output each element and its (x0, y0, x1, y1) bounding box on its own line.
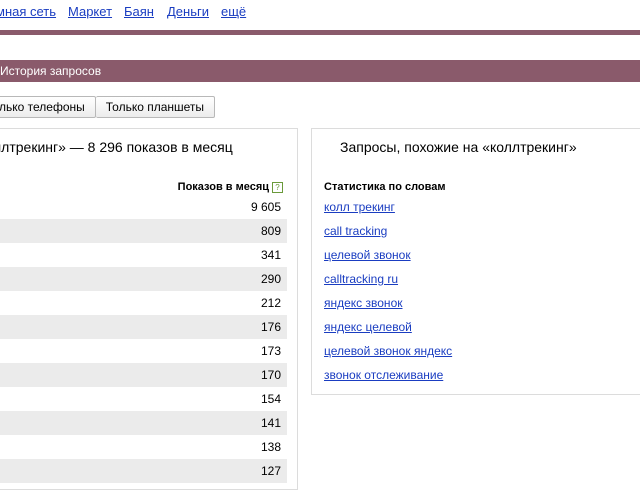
table-row: 154 (260, 392, 281, 406)
similar-query-link[interactable]: яндекс целевой (324, 315, 452, 339)
table-row: 173 (260, 344, 281, 358)
table-row: 176 (0, 315, 287, 339)
device-filter-group: лько телефоны Только планшеты (0, 96, 216, 118)
similar-queries-list: колл трекинг call tracking целевой звоно… (324, 195, 452, 387)
nav-link-more[interactable]: ещё (221, 4, 246, 19)
table-row: 141 (0, 411, 287, 435)
similar-query-link[interactable]: звонок отслеживание (324, 363, 452, 387)
phones-only-button[interactable]: лько телефоны (0, 96, 96, 118)
impressions-column-header: Показов в месяц ? (178, 181, 283, 193)
table-row: 9 605 (250, 200, 281, 214)
section-title: История запросов (0, 64, 102, 78)
query-stats-panel: ллтрекинг» — 8 296 показов в месяц Показ… (0, 128, 298, 490)
similar-query-link[interactable]: calltracking ru (324, 267, 452, 291)
word-stats-header: Статистика по словам (324, 181, 446, 193)
similar-query-link[interactable]: целевой звонок яндекс (324, 339, 452, 363)
table-row: 290 (0, 267, 287, 291)
nav-link-network[interactable]: мная сеть (0, 4, 56, 19)
table-row: 212 (260, 296, 281, 310)
nav-link-bayan[interactable]: Баян (124, 4, 154, 19)
similar-query-link[interactable]: целевой звонок (324, 243, 452, 267)
similar-query-link[interactable]: call tracking (324, 219, 452, 243)
impressions-list: 9 605 809 341 290 212 176 173 170 154 14… (0, 195, 287, 483)
table-row: 170 (0, 363, 287, 387)
table-row: 127 (0, 459, 287, 483)
similar-query-link[interactable]: яндекс звонок (324, 291, 452, 315)
nav-link-money[interactable]: Деньги (167, 4, 209, 19)
tablets-only-button[interactable]: Только планшеты (95, 96, 216, 118)
table-row: 809 (0, 219, 287, 243)
similar-query-link[interactable]: колл трекинг (324, 195, 452, 219)
top-navigation: мная сеть Маркет Баян Деньги ещё (0, 0, 640, 26)
similar-queries-panel: Запросы, похожие на «коллтрекинг» Статис… (311, 128, 640, 395)
query-stats-title: ллтрекинг» — 8 296 показов в месяц (0, 139, 233, 155)
table-row: 341 (260, 248, 281, 262)
section-header-bar: История запросов (0, 60, 640, 82)
nav-link-market[interactable]: Маркет (68, 4, 112, 19)
help-icon[interactable]: ? (272, 181, 283, 193)
table-row: 138 (260, 440, 281, 454)
similar-queries-title: Запросы, похожие на «коллтрекинг» (340, 139, 577, 155)
header-divider (0, 30, 640, 35)
impressions-header-label: Показов в месяц (177, 181, 269, 193)
